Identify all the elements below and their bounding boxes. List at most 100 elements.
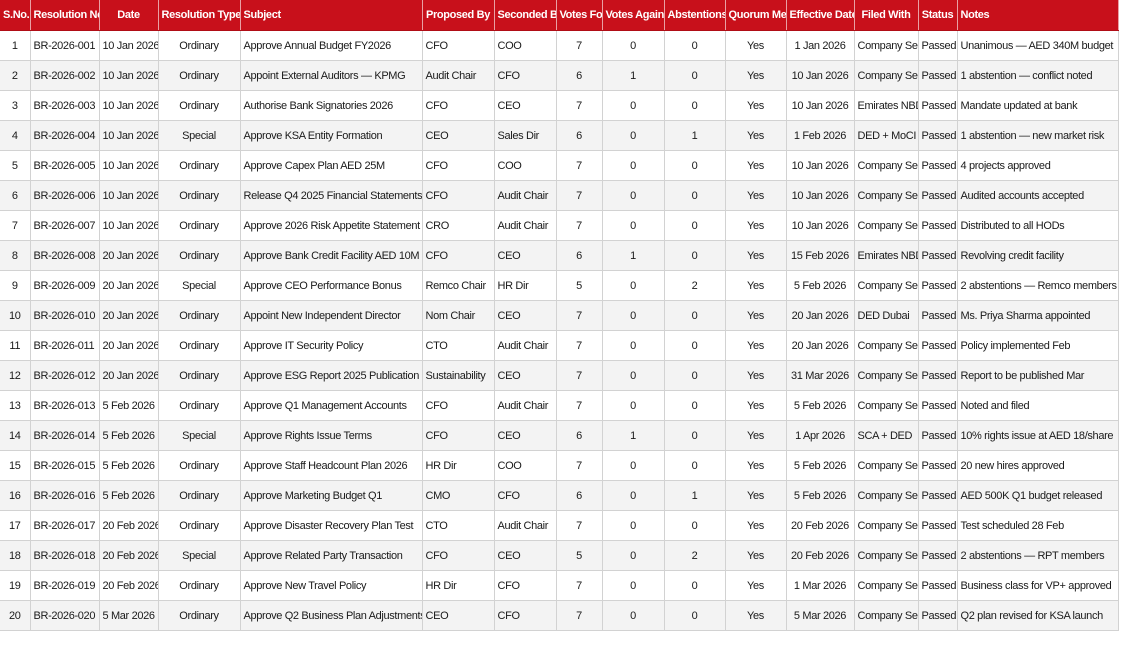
cell-filed-with[interactable]: Company Sec — [854, 480, 919, 511]
table-row[interactable]: 17 BR-2026-017 20 Feb 2026 Ordinary Approve … — [0, 510, 1119, 541]
cell-filed-with[interactable]: Company Sec — [854, 180, 919, 211]
cell-subject[interactable]: Approve CEO Performance Bonus — [240, 270, 423, 301]
cell-resolution-type[interactable]: Ordinary — [158, 330, 241, 361]
cell-sno[interactable]: 12 — [0, 360, 31, 391]
cell-votes-against[interactable]: 0 — [602, 150, 665, 181]
cell-filed-with[interactable]: Company Sec — [854, 330, 919, 361]
table-row[interactable]: 9 BR-2026-009 20 Jan 2026 Special Approve CE… — [0, 270, 1119, 301]
cell-sno[interactable]: 3 — [0, 90, 31, 121]
cell-date[interactable]: 10 Jan 2026 — [99, 90, 159, 121]
cell-effective-date[interactable]: 31 Mar 2026 — [786, 360, 855, 391]
table-row[interactable]: 2 BR-2026-002 10 Jan 2026 Ordinary Appoint E… — [0, 60, 1119, 91]
cell-votes-for[interactable]: 6 — [556, 480, 603, 511]
cell-filed-with[interactable]: Emirates NBD — [854, 240, 919, 271]
cell-quorum-met[interactable]: Yes — [725, 300, 787, 331]
table-row[interactable]: 8 BR-2026-008 20 Jan 2026 Ordinary Approve B… — [0, 240, 1119, 271]
cell-votes-against[interactable]: 0 — [602, 120, 665, 151]
cell-date[interactable]: 10 Jan 2026 — [99, 180, 159, 211]
cell-seconded-by[interactable]: CFO — [494, 60, 557, 91]
cell-proposed-by[interactable]: CFO — [422, 390, 495, 421]
cell-subject[interactable]: Approve IT Security Policy — [240, 330, 423, 361]
col-header-proposed-by[interactable]: Proposed By — [422, 0, 495, 31]
cell-quorum-met[interactable]: Yes — [725, 270, 787, 301]
cell-votes-for[interactable]: 7 — [556, 510, 603, 541]
cell-subject[interactable]: Authorise Bank Signatories 2026 — [240, 90, 423, 121]
cell-subject[interactable]: Release Q4 2025 Financial Statements — [240, 180, 423, 211]
cell-quorum-met[interactable]: Yes — [725, 540, 787, 571]
cell-sno[interactable]: 18 — [0, 540, 31, 571]
cell-notes[interactable]: Test scheduled 28 Feb — [957, 510, 1119, 541]
cell-abstentions[interactable]: 0 — [664, 450, 726, 481]
cell-votes-against[interactable]: 0 — [602, 360, 665, 391]
cell-notes[interactable]: 1 abstention — new market risk — [957, 120, 1119, 151]
cell-notes[interactable]: Distributed to all HODs — [957, 210, 1119, 241]
cell-resolution-type[interactable]: Ordinary — [158, 480, 241, 511]
cell-quorum-met[interactable]: Yes — [725, 210, 787, 241]
cell-effective-date[interactable]: 5 Feb 2026 — [786, 450, 855, 481]
cell-resolution-type[interactable]: Ordinary — [158, 240, 241, 271]
cell-filed-with[interactable]: Company Sec — [854, 450, 919, 481]
cell-notes[interactable]: 2 abstentions — RPT members — [957, 540, 1119, 571]
cell-date[interactable]: 10 Jan 2026 — [99, 120, 159, 151]
cell-votes-for[interactable]: 7 — [556, 600, 603, 631]
cell-date[interactable]: 20 Jan 2026 — [99, 240, 159, 271]
cell-resolution-no[interactable]: BR-2026-020 — [30, 600, 100, 631]
cell-proposed-by[interactable]: CFO — [422, 240, 495, 271]
cell-abstentions[interactable]: 0 — [664, 360, 726, 391]
cell-abstentions[interactable]: 0 — [664, 330, 726, 361]
cell-seconded-by[interactable]: CEO — [494, 300, 557, 331]
cell-abstentions[interactable]: 0 — [664, 180, 726, 211]
cell-effective-date[interactable]: 20 Feb 2026 — [786, 540, 855, 571]
cell-abstentions[interactable]: 0 — [664, 390, 726, 421]
cell-resolution-no[interactable]: BR-2026-018 — [30, 540, 100, 571]
cell-subject[interactable]: Appoint New Independent Director — [240, 300, 423, 331]
cell-votes-for[interactable]: 6 — [556, 420, 603, 451]
cell-date[interactable]: 20 Feb 2026 — [99, 570, 159, 601]
table-row[interactable]: 10 BR-2026-010 20 Jan 2026 Ordinary Appoint … — [0, 300, 1119, 331]
cell-seconded-by[interactable]: Audit Chair — [494, 330, 557, 361]
cell-seconded-by[interactable]: CEO — [494, 360, 557, 391]
cell-votes-for[interactable]: 5 — [556, 540, 603, 571]
cell-notes[interactable]: 2 abstentions — Remco members — [957, 270, 1119, 301]
cell-resolution-type[interactable]: Ordinary — [158, 60, 241, 91]
cell-effective-date[interactable]: 5 Feb 2026 — [786, 390, 855, 421]
cell-filed-with[interactable]: Company Sec — [854, 60, 919, 91]
table-row[interactable]: 14 BR-2026-014 5 Feb 2026 Special Approve Ri… — [0, 420, 1119, 451]
cell-votes-against[interactable]: 0 — [602, 510, 665, 541]
cell-effective-date[interactable]: 1 Mar 2026 — [786, 570, 855, 601]
table-row[interactable]: 6 BR-2026-006 10 Jan 2026 Ordinary Release Q… — [0, 180, 1119, 211]
col-header-resolution-type[interactable]: Resolution Type — [158, 0, 241, 31]
cell-quorum-met[interactable]: Yes — [725, 120, 787, 151]
cell-proposed-by[interactable]: Remco Chair — [422, 270, 495, 301]
cell-quorum-met[interactable]: Yes — [725, 330, 787, 361]
col-header-sno[interactable]: S.No. — [0, 0, 31, 31]
cell-status[interactable]: Passed — [918, 600, 958, 631]
cell-subject[interactable]: Approve Rights Issue Terms — [240, 420, 423, 451]
cell-subject[interactable]: Appoint External Auditors — KPMG — [240, 60, 423, 91]
table-row[interactable]: 3 BR-2026-003 10 Jan 2026 Ordinary Authorise… — [0, 90, 1119, 121]
cell-proposed-by[interactable]: Sustainability — [422, 360, 495, 391]
cell-effective-date[interactable]: 1 Jan 2026 — [786, 30, 855, 61]
cell-subject[interactable]: Approve Bank Credit Facility AED 10M — [240, 240, 423, 271]
cell-quorum-met[interactable]: Yes — [725, 90, 787, 121]
cell-resolution-type[interactable]: Ordinary — [158, 600, 241, 631]
cell-date[interactable]: 10 Jan 2026 — [99, 60, 159, 91]
cell-abstentions[interactable]: 0 — [664, 570, 726, 601]
table-row[interactable]: 18 BR-2026-018 20 Feb 2026 Special Approve R… — [0, 540, 1119, 571]
cell-seconded-by[interactable]: Sales Dir — [494, 120, 557, 151]
cell-quorum-met[interactable]: Yes — [725, 390, 787, 421]
table-row[interactable]: 4 BR-2026-004 10 Jan 2026 Special Approve KS… — [0, 120, 1119, 151]
cell-abstentions[interactable]: 1 — [664, 120, 726, 151]
cell-votes-for[interactable]: 7 — [556, 210, 603, 241]
cell-resolution-no[interactable]: BR-2026-009 — [30, 270, 100, 301]
cell-resolution-type[interactable]: Special — [158, 540, 241, 571]
cell-abstentions[interactable]: 0 — [664, 90, 726, 121]
cell-filed-with[interactable]: Company Sec — [854, 390, 919, 421]
cell-status[interactable]: Passed — [918, 180, 958, 211]
cell-seconded-by[interactable]: HR Dir — [494, 270, 557, 301]
cell-date[interactable]: 10 Jan 2026 — [99, 30, 159, 61]
cell-resolution-no[interactable]: BR-2026-002 — [30, 60, 100, 91]
table-row[interactable]: 15 BR-2026-015 5 Feb 2026 Ordinary Approve S… — [0, 450, 1119, 481]
cell-votes-against[interactable]: 1 — [602, 240, 665, 271]
cell-effective-date[interactable]: 5 Feb 2026 — [786, 480, 855, 511]
